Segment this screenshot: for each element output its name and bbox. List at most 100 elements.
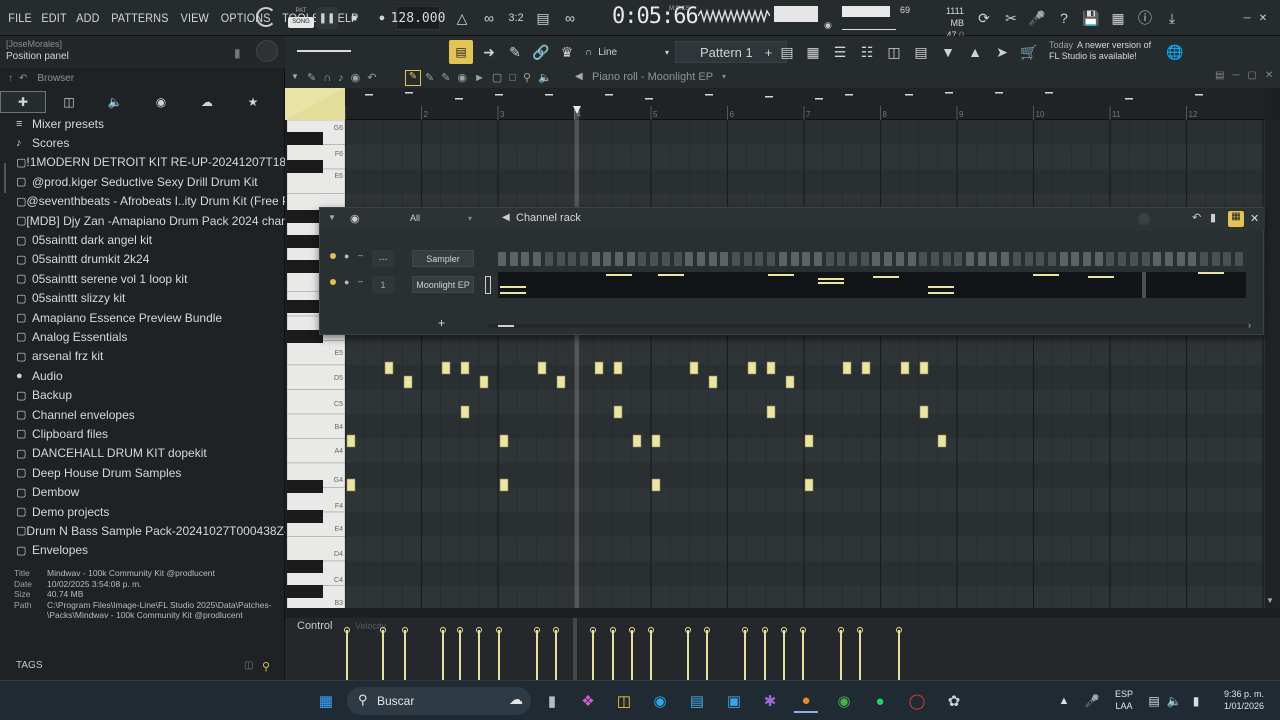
midi-note[interactable] [708, 375, 718, 389]
step-button[interactable] [1176, 252, 1185, 266]
step-button[interactable] [1036, 252, 1045, 266]
step-button[interactable] [521, 252, 530, 266]
step-button[interactable] [1235, 252, 1244, 266]
browser-item[interactable]: ▢ Demo projects [0, 502, 285, 521]
download-icon[interactable]: ⤓ [1160, 5, 1184, 31]
black-key[interactable] [287, 300, 323, 313]
midi-note[interactable] [613, 361, 623, 375]
midi-note[interactable] [537, 361, 547, 375]
menu-add[interactable]: ADD [77, 11, 100, 25]
edge-icon[interactable]: ◉ [648, 689, 672, 713]
copilot-icon[interactable]: ❖ [576, 689, 600, 713]
plugin-database-icon[interactable]: ▤ [909, 39, 933, 65]
step-button[interactable] [615, 252, 623, 266]
vscode-icon[interactable]: ✱ [758, 689, 782, 713]
pattern-selector[interactable]: Pattern 1 + [675, 41, 787, 63]
close-icon[interactable]: ✕ [1250, 212, 1259, 225]
playlist-icon[interactable]: ▤ [775, 39, 799, 65]
midi-note[interactable] [842, 361, 852, 375]
step-button[interactable] [1012, 252, 1021, 266]
store-icon[interactable]: ▤ [685, 689, 709, 713]
stop-button[interactable]: ■ [343, 5, 365, 31]
close-window-icon[interactable]: ✕ [1254, 5, 1272, 31]
midi-note[interactable] [441, 361, 451, 375]
channel-number[interactable]: --- [372, 250, 394, 267]
volume-icon[interactable]: 🔈 [1162, 689, 1186, 713]
step-button[interactable] [1211, 252, 1220, 266]
step-button[interactable] [919, 252, 928, 266]
arrow-back-icon[interactable]: ↶ [19, 73, 27, 84]
step-button[interactable] [767, 252, 776, 266]
microphone-icon[interactable]: 🎤 [1025, 5, 1049, 31]
step-button[interactable] [591, 252, 600, 266]
add-pattern-icon[interactable]: + [765, 45, 773, 60]
step-button[interactable] [556, 252, 565, 266]
step-button[interactable] [1094, 252, 1103, 266]
step-button[interactable] [1223, 252, 1232, 266]
step-button[interactable] [661, 252, 670, 266]
step-button[interactable] [1118, 252, 1127, 266]
draw-tool-icon[interactable]: ✎ [405, 70, 421, 86]
channel-select-box[interactable] [485, 276, 491, 294]
step-button[interactable] [755, 252, 764, 266]
stamp-icon[interactable]: ♛ [555, 39, 579, 65]
black-key[interactable] [287, 235, 323, 248]
tab-speaker-icon[interactable]: 🔈 [92, 91, 138, 113]
step-button[interactable] [626, 252, 635, 266]
browser-item[interactable]: ▢ [MDB] Djy Zan -Amapiano Drum Pack 2024 … [0, 211, 285, 230]
zoom-out-icon[interactable]: ▼ [1266, 596, 1274, 605]
channel-led-icon[interactable] [330, 253, 336, 259]
step-sequencer-icon[interactable]: ▦ [801, 39, 825, 65]
news-panel[interactable]: Today A newer version of FL Studio is ava… [1049, 40, 1151, 62]
volume-knob[interactable]: – [358, 250, 363, 260]
timeline-ruler[interactable]: 2 3 4 5 6 7 8 9 10 11 12 [344, 88, 1265, 120]
browser-item[interactable]: ♪ Scores [0, 133, 285, 152]
save-icon[interactable]: 💾 [1079, 5, 1103, 31]
black-key[interactable] [287, 585, 323, 598]
channel-rack-icon[interactable]: ☰ [828, 39, 852, 65]
browser-item[interactable]: ▢ Amapiano Essence Preview Bundle [0, 308, 285, 327]
menu-file[interactable]: FILE [8, 11, 32, 25]
metronome-icon[interactable]: △ [450, 5, 474, 31]
step-button[interactable] [603, 252, 612, 266]
browser-item[interactable]: ▢ Dembow [0, 482, 285, 501]
menu-edit[interactable]: EDIT [42, 11, 67, 25]
channel-led-icon[interactable] [330, 279, 336, 285]
step-button[interactable] [638, 252, 647, 266]
black-key[interactable] [287, 260, 323, 273]
midi-note[interactable] [460, 361, 470, 375]
language-indicator[interactable]: ESP LAA [1112, 688, 1136, 712]
loop-record-icon[interactable]: ∞ [477, 5, 501, 31]
step-button[interactable] [884, 252, 893, 266]
step-button[interactable] [1059, 252, 1068, 266]
browser-item[interactable]: ▢!1MODERN DETROIT KIT RE-UP-20241207T180… [0, 153, 285, 172]
chevron-right-icon[interactable]: › [1248, 320, 1251, 330]
menu-patterns[interactable]: PATTERNS [111, 11, 168, 25]
velocity-lane[interactable] [285, 618, 1280, 680]
step-button[interactable] [1188, 252, 1197, 266]
step-button[interactable] [568, 252, 577, 266]
wait-for-input-icon[interactable]: ◉ [824, 20, 832, 31]
blend-notes-icon[interactable]: ∞ [558, 5, 582, 31]
midi-note[interactable] [785, 375, 795, 389]
master-volume-knob[interactable] [256, 7, 276, 27]
step-button[interactable] [860, 252, 869, 266]
tempo-display[interactable]: 128.000 [391, 6, 445, 30]
midi-note[interactable] [499, 434, 509, 448]
browser-item[interactable]: ▢ arsenal frz kit [0, 347, 285, 366]
midi-note[interactable] [594, 361, 604, 375]
typing-keyboard-icon[interactable]: ▤ [531, 5, 555, 31]
midi-note[interactable] [804, 478, 814, 492]
browser-item[interactable]: ▢ Clipboard files [0, 424, 285, 443]
plugin-picker-icon[interactable]: ▼ [936, 39, 960, 65]
chatgpt-icon[interactable]: ✿ [942, 689, 966, 713]
black-key[interactable] [287, 132, 323, 145]
cut-icon[interactable]: ✂ [999, 5, 1023, 31]
graph-icon[interactable]: ▮ [1210, 211, 1216, 224]
step-button[interactable] [778, 252, 787, 266]
volume-knob[interactable]: – [358, 276, 363, 286]
piano-keyboard[interactable]: G6 F6 E6 E5 D5 C5 B4 A4 G4 F4 E4 D4 C4 B3 [286, 119, 346, 611]
pencil-icon[interactable]: ✎ [503, 39, 527, 65]
midi-note[interactable] [384, 361, 394, 375]
step-button[interactable] [802, 252, 811, 266]
